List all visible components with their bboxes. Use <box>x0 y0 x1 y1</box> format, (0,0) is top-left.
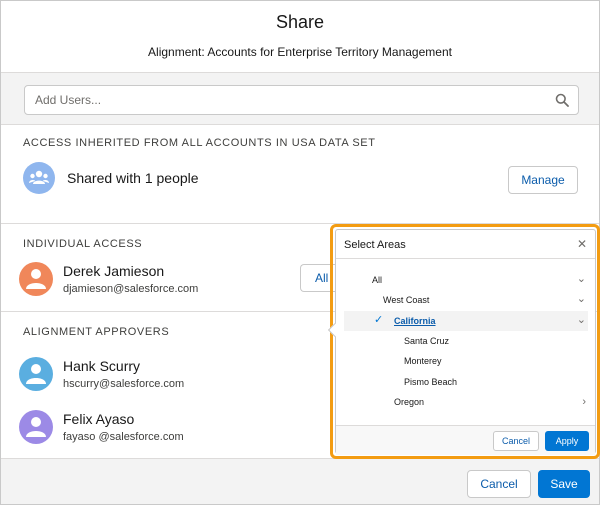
save-button[interactable]: Save <box>538 470 590 498</box>
tree-item-label: Monterey <box>404 356 442 366</box>
popover-divider <box>336 258 595 259</box>
select-areas-popover: Select Areas ✕ All ⌄ West Coast ⌄ ✓ Cali… <box>327 229 596 455</box>
modal-footer: Cancel Save <box>1 458 599 504</box>
check-icon: ✓ <box>374 314 384 326</box>
popover-title: Select Areas <box>344 239 406 251</box>
inherited-access-row: Shared with 1 people Manage <box>23 162 583 196</box>
inherited-section-label: ACCESS INHERITED FROM ALL ACCOUNTS IN US… <box>23 137 376 149</box>
tree-item-santa-cruz[interactable]: Santa Cruz <box>344 331 588 351</box>
person-name: Derek Jamieson <box>63 263 165 279</box>
modal-title: Share <box>275 12 325 32</box>
tree-item-label: Oregon <box>394 397 425 407</box>
tree-item-oregon[interactable]: Oregon › <box>344 392 588 412</box>
individual-person-row: Derek Jamieson djamieson@salesforce.com <box>19 262 319 298</box>
search-area <box>1 73 599 125</box>
modal-subtitle: Alignment: Accounts for Enterprise Terri… <box>148 45 452 59</box>
tree-item-california[interactable]: ✓ California ⌄ <box>344 311 588 331</box>
group-icon <box>23 162 55 194</box>
person-email: djamieson@salesforce.com <box>63 283 199 295</box>
tree-item-pismo-beach[interactable]: Pismo Beach <box>344 372 588 392</box>
chevron-down-icon[interactable]: ⌄ <box>577 313 586 326</box>
search-box <box>24 85 579 115</box>
tree-item-all[interactable]: All ⌄ <box>344 270 588 290</box>
close-icon[interactable]: ✕ <box>577 237 587 251</box>
search-icon[interactable] <box>555 93 569 107</box>
person-email: hscurry@salesforce.com <box>63 378 185 390</box>
avatar <box>19 262 53 296</box>
manage-button[interactable]: Manage <box>508 166 578 194</box>
tree-item-label: Santa Cruz <box>404 336 450 346</box>
person-name: Hank Scurry <box>63 358 141 374</box>
modal-header: Share Alignment: Accounts for Enterprise… <box>1 1 599 73</box>
tree-item-label: West Coast <box>383 295 430 305</box>
tree-item-label: Pismo Beach <box>404 377 458 387</box>
chevron-right-icon[interactable]: › <box>582 396 586 408</box>
avatar <box>19 357 53 391</box>
apply-button[interactable]: Apply <box>545 431 589 451</box>
chevron-down-icon[interactable]: ⌄ <box>577 292 586 305</box>
approver-row: Hank Scurry hscurry@salesforce.com <box>19 357 319 393</box>
cancel-button[interactable]: Cancel <box>467 470 531 498</box>
tree-item-label: California <box>394 316 436 326</box>
popover-footer: Cancel Apply <box>336 425 595 455</box>
add-users-input[interactable] <box>35 86 545 114</box>
approvers-section-label: ALIGNMENT APPROVERS <box>23 326 170 338</box>
tree-item-monterey[interactable]: Monterey <box>344 351 588 371</box>
person-email: fayaso @salesforce.com <box>63 431 184 443</box>
popover-cancel-button[interactable]: Cancel <box>493 431 539 451</box>
avatar <box>19 410 53 444</box>
individual-section-label: INDIVIDUAL ACCESS <box>23 238 143 250</box>
tree-item-label: All <box>372 275 383 285</box>
shared-with-text: Shared with 1 people <box>67 170 199 186</box>
approver-row: Felix Ayaso fayaso @salesforce.com <box>19 410 319 446</box>
chevron-down-icon[interactable]: ⌄ <box>577 272 586 285</box>
tree-item-west-coast[interactable]: West Coast ⌄ <box>344 290 588 310</box>
person-name: Felix Ayaso <box>63 411 135 427</box>
